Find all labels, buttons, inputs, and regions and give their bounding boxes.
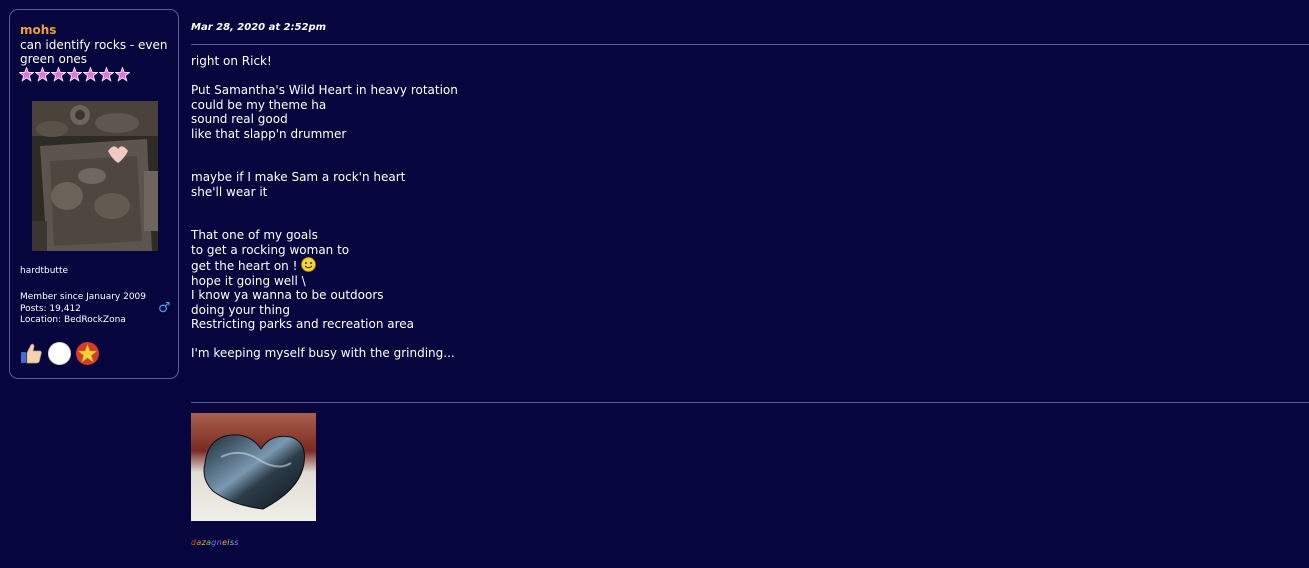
member-since: Member since January 2009: [20, 292, 147, 302]
rock-heart-avatar: [32, 101, 158, 251]
white-circle-icon[interactable]: [47, 341, 72, 366]
avatar[interactable]: [32, 101, 158, 251]
signature-text: dazagneiss: [191, 538, 239, 547]
post-date: Mar 28, 2020 at 2:52pm: [191, 22, 327, 33]
signature-image[interactable]: [191, 413, 316, 521]
avatar-caption: hardtbutte: [20, 266, 69, 276]
post-count: Posts: 19,412: [20, 304, 81, 314]
male-symbol-icon: ♂: [158, 300, 171, 316]
user-profile-card: mohs can identify rocks - even green one…: [9, 9, 179, 379]
pink-star-icon: [67, 67, 82, 82]
pink-star-icon: [115, 67, 130, 82]
pink-star-icon: [99, 67, 114, 82]
rank-stars: [19, 67, 130, 85]
pink-star-icon: [35, 67, 50, 82]
smiley-face-icon: [301, 257, 317, 272]
divider: [191, 44, 1309, 45]
user-title: can identify rocks - even green ones: [20, 38, 168, 66]
badge-list: [19, 341, 100, 366]
username-link[interactable]: mohs: [20, 23, 56, 37]
pink-star-icon: [83, 67, 98, 82]
message-part-1: right on Rick! Put Samantha's Wild Heart…: [191, 54, 458, 273]
signature-divider: [191, 402, 1309, 403]
pink-star-icon: [19, 67, 34, 82]
gold-star-icon[interactable]: [75, 341, 100, 366]
post-message: right on Rick! Put Samantha's Wild Heart…: [191, 54, 458, 361]
location: Location: BedRockZona: [20, 315, 126, 325]
pink-star-icon: [51, 67, 66, 82]
signature-letter: s: [234, 538, 239, 547]
message-part-2: hope it going well \ I know ya wanna to …: [191, 273, 455, 360]
thumbs-up-icon[interactable]: [19, 341, 44, 366]
polished-stone-heart-image: [191, 413, 316, 521]
